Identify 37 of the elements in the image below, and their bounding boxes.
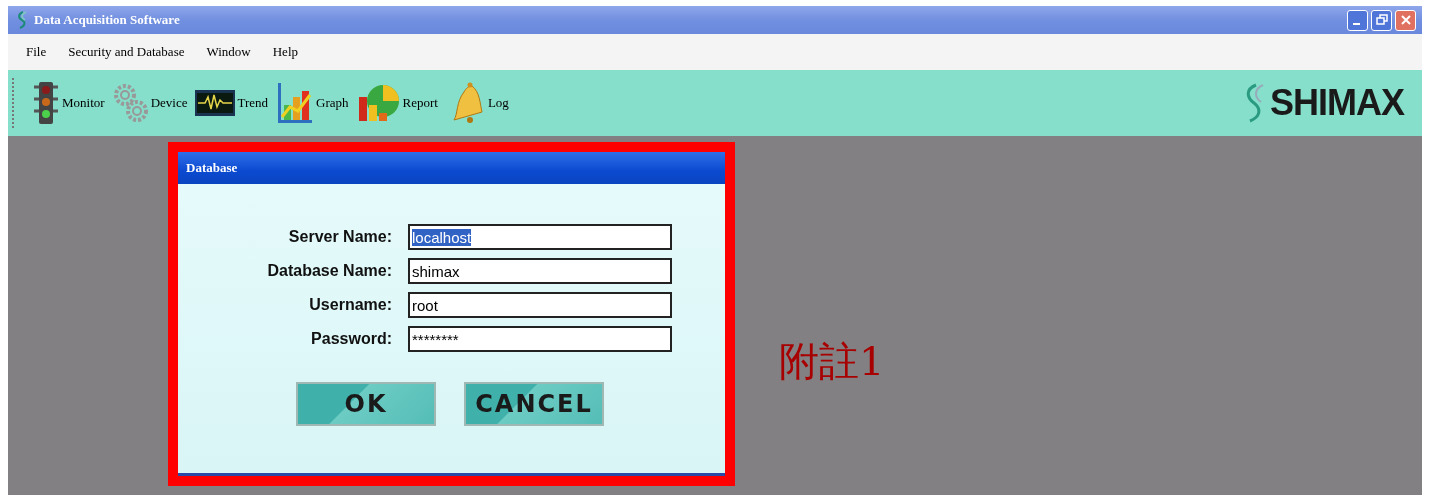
toolbar-button[interactable]: Monitor <box>30 81 107 125</box>
minimize-icon <box>1352 23 1360 25</box>
app-logo-icon <box>16 11 28 29</box>
input-field[interactable]: localhost <box>408 224 672 250</box>
menu-item[interactable]: Help <box>272 44 298 60</box>
toolbar-grip <box>12 78 16 128</box>
minimize-button[interactable] <box>1347 9 1368 31</box>
annotation-label: 附註1 <box>779 337 885 386</box>
gears-icon <box>112 81 149 125</box>
restore-button[interactable] <box>1371 9 1392 31</box>
menu-item[interactable]: Window <box>206 44 251 60</box>
field-label: Database Name: <box>266 262 392 280</box>
toolbar-button[interactable]: Device <box>110 81 190 125</box>
input-field[interactable]: root <box>408 292 672 318</box>
brand-name: SHIMAX <box>1270 82 1404 124</box>
traffic-light-icon <box>32 81 60 125</box>
dialog-button[interactable]: OK <box>296 382 436 426</box>
pie-chart-icon <box>356 83 401 123</box>
window-title: Data Acquisition Software <box>34 12 180 28</box>
menu-item[interactable]: Security and Database <box>68 44 185 60</box>
input-field[interactable]: ******** <box>408 326 672 352</box>
toolbar-button[interactable]: Report <box>354 83 440 123</box>
waveform-icon <box>195 90 236 116</box>
menu-item[interactable]: File <box>26 44 47 60</box>
toolbar-button[interactable]: Log <box>443 82 511 124</box>
field-label: Password: <box>310 330 392 348</box>
input-field[interactable]: shimax <box>408 258 672 284</box>
field-label: Server Name: <box>287 228 392 246</box>
close-icon <box>1399 14 1412 26</box>
close-button[interactable] <box>1395 9 1416 31</box>
toolbar-button[interactable]: Graph <box>274 81 351 125</box>
bar-chart-icon <box>276 81 315 125</box>
dialog-button[interactable]: CANCEL <box>464 382 604 426</box>
dialog-title: Database <box>178 152 725 184</box>
field-label: Username: <box>308 296 392 314</box>
toolbar-button[interactable]: Trend <box>193 90 271 116</box>
restore-icon <box>1375 14 1388 26</box>
